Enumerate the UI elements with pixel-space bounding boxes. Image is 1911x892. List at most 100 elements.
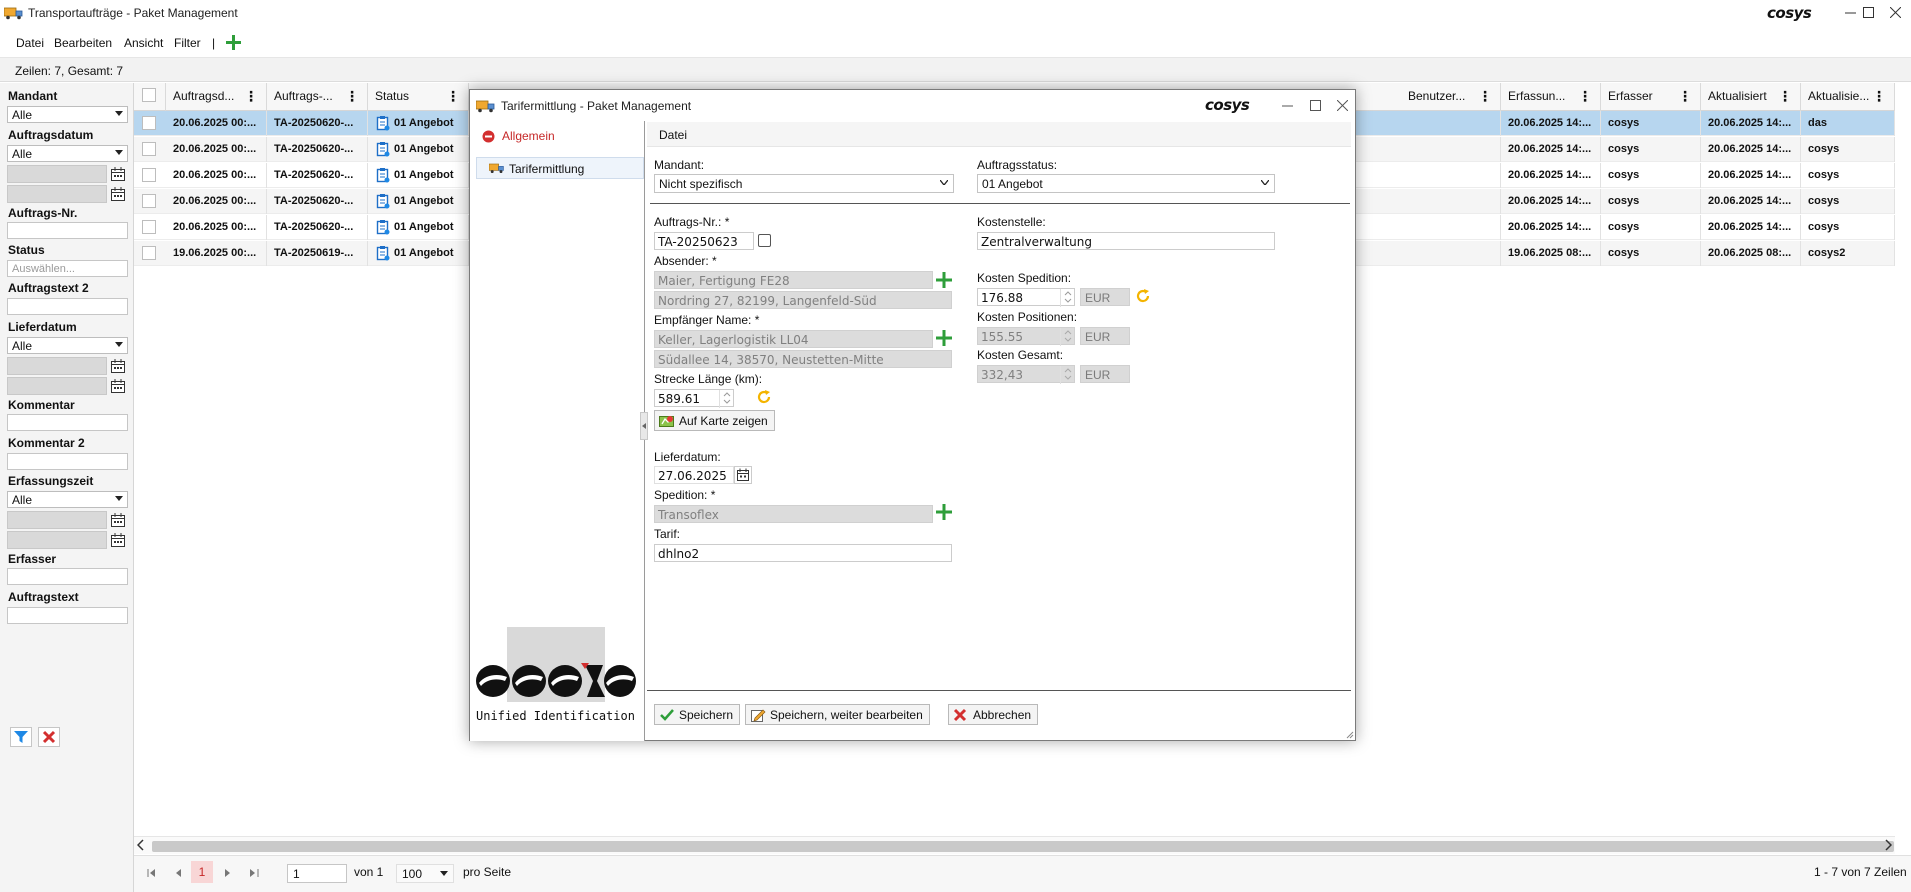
column-menu-icon[interactable]: ⋮ xyxy=(446,89,460,103)
filter-auftragsdatum-select[interactable]: Alle xyxy=(7,145,128,162)
column-header-benutzer[interactable]: Benutzer... ⋮ xyxy=(1401,83,1501,111)
column-menu-icon[interactable]: ⋮ xyxy=(1778,89,1792,103)
filter-erfassungszeit-from[interactable] xyxy=(7,511,107,529)
save-button[interactable]: Speichern xyxy=(654,704,741,725)
filter-status-input[interactable]: Auswählen... xyxy=(7,260,128,277)
empfaenger-address-field[interactable]: Südallee 14, 38570, Neustetten-Mitte xyxy=(654,350,952,368)
calendar-icon[interactable] xyxy=(110,512,126,528)
absender-name-field[interactable]: Maier, Fertigung FE28 xyxy=(654,271,933,289)
column-menu-icon[interactable]: ⋮ xyxy=(1478,89,1492,103)
filter-erfassungszeit-to[interactable] xyxy=(7,531,107,549)
add-spedition-icon[interactable] xyxy=(935,503,953,521)
calendar-icon[interactable] xyxy=(110,186,126,202)
collapse-nav-handle[interactable] xyxy=(640,412,648,440)
kostenstelle-input[interactable]: Zentralverwaltung xyxy=(977,232,1275,250)
absender-address-field[interactable]: Nordring 27, 82199, Langenfeld-Süd xyxy=(654,291,952,309)
resize-grip-icon[interactable] xyxy=(1346,731,1354,739)
close-icon[interactable] xyxy=(1327,94,1357,116)
nav-tarifermittlung[interactable]: Tarifermittlung xyxy=(476,157,644,179)
mandant-select[interactable]: Nicht spezifisch xyxy=(654,174,954,193)
apply-filter-button[interactable] xyxy=(10,727,32,747)
calendar-icon[interactable] xyxy=(110,378,126,394)
header-select-all[interactable] xyxy=(134,83,166,111)
calendar-icon[interactable] xyxy=(110,358,126,374)
add-absender-icon[interactable] xyxy=(935,271,953,289)
menu-filter[interactable]: Filter xyxy=(174,36,201,50)
column-header-erfassung[interactable]: Erfassun... ⋮ xyxy=(1501,83,1601,111)
calendar-icon[interactable] xyxy=(734,466,752,484)
row-checkbox[interactable] xyxy=(142,220,156,234)
refresh-icon[interactable] xyxy=(1135,288,1151,304)
filter-lieferdatum-from[interactable] xyxy=(7,357,107,375)
spinner-icon[interactable] xyxy=(1060,289,1074,307)
row-checkbox[interactable] xyxy=(142,116,156,130)
filter-kommentar-input[interactable] xyxy=(7,414,128,431)
select-all-checkbox[interactable] xyxy=(142,88,156,102)
horizontal-scrollbar[interactable] xyxy=(134,836,1895,854)
spinner-icon[interactable] xyxy=(719,390,733,408)
filter-erfasser-input[interactable] xyxy=(7,568,128,585)
scroll-thumb[interactable] xyxy=(152,841,1894,852)
auftragsnr-input[interactable]: TA-20250623 xyxy=(654,232,754,250)
cancel-button[interactable]: Abbrechen xyxy=(948,704,1039,725)
filter-auftragsnr-input[interactable] xyxy=(7,222,128,239)
row-checkbox[interactable] xyxy=(142,168,156,182)
auf-karte-zeigen-button[interactable]: Auf Karte zeigen xyxy=(654,410,775,431)
refresh-icon[interactable] xyxy=(756,389,772,405)
tab-datei[interactable]: Datei xyxy=(659,128,687,142)
page-input[interactable]: 1 xyxy=(287,864,347,883)
column-header-erfasser[interactable]: Erfasser ⋮ xyxy=(1601,83,1701,111)
calendar-icon[interactable] xyxy=(110,532,126,548)
save-continue-button[interactable]: Speichern, weiter bearbeiten xyxy=(745,704,930,725)
add-empfaenger-icon[interactable] xyxy=(935,329,953,347)
tarif-input[interactable]: dhlno2 xyxy=(654,544,952,562)
column-header-aktualisiert[interactable]: Aktualisiert ⋮ xyxy=(1701,83,1801,111)
filter-auftragstext-input[interactable] xyxy=(7,607,128,624)
column-menu-icon[interactable]: ⋮ xyxy=(345,89,359,103)
close-icon[interactable] xyxy=(1880,1,1910,23)
filter-erfassungszeit-select[interactable]: Alle xyxy=(7,491,128,508)
last-page-icon[interactable] xyxy=(249,868,259,878)
column-header-status[interactable]: Status ⋮ xyxy=(368,83,469,111)
column-header-auftragsdatum[interactable]: Auftragsd... ⋮ xyxy=(166,83,267,111)
empfaenger-name-field[interactable]: Keller, Lagerlogistik LL04 xyxy=(654,330,933,348)
scroll-right-icon[interactable] xyxy=(1884,839,1892,851)
strecke-input[interactable]: 589.61 xyxy=(654,389,734,408)
row-checkbox[interactable] xyxy=(142,246,156,260)
current-page[interactable]: 1 xyxy=(191,861,213,883)
column-header-auftragsnr[interactable]: Auftrags-... ⋮ xyxy=(267,83,368,111)
menu-ansicht[interactable]: Ansicht xyxy=(124,36,163,50)
row-checkbox[interactable] xyxy=(142,142,156,156)
menu-datei[interactable]: Datei xyxy=(16,36,44,50)
filter-lieferdatum-select[interactable]: Alle xyxy=(7,337,128,354)
spedition-field[interactable]: Transoflex xyxy=(654,505,933,523)
page-size-select[interactable]: 100 xyxy=(396,864,454,883)
add-icon[interactable] xyxy=(225,34,242,51)
minimize-icon[interactable] xyxy=(1272,94,1302,116)
clear-filter-button[interactable] xyxy=(38,727,60,747)
maximize-icon[interactable] xyxy=(1300,94,1330,116)
column-menu-icon[interactable]: ⋮ xyxy=(1578,89,1592,103)
column-menu-icon[interactable]: ⋮ xyxy=(244,89,258,103)
filter-mandant-select[interactable]: Alle xyxy=(7,106,128,123)
prev-page-icon[interactable] xyxy=(174,868,182,878)
maximize-icon[interactable] xyxy=(1853,1,1883,23)
filter-auftragsdatum-from[interactable] xyxy=(7,165,107,183)
column-menu-icon[interactable]: ⋮ xyxy=(1872,89,1886,103)
scroll-left-icon[interactable] xyxy=(137,839,145,851)
column-menu-icon[interactable]: ⋮ xyxy=(1678,89,1692,103)
nav-allgemein[interactable]: Allgemein xyxy=(502,129,555,143)
filter-auftragstext2-input[interactable] xyxy=(7,298,128,315)
auftragsnr-checkbox[interactable] xyxy=(758,234,771,247)
row-checkbox[interactable] xyxy=(142,194,156,208)
kosten-spedition-input[interactable]: 176.88 xyxy=(977,288,1075,307)
filter-lieferdatum-to[interactable] xyxy=(7,377,107,395)
calendar-icon[interactable] xyxy=(110,166,126,182)
menu-bearbeiten[interactable]: Bearbeiten xyxy=(54,36,112,50)
next-page-icon[interactable] xyxy=(224,868,232,878)
first-page-icon[interactable] xyxy=(147,868,157,878)
filter-kommentar2-input[interactable] xyxy=(7,453,128,470)
filter-auftragsdatum-to[interactable] xyxy=(7,185,107,203)
column-header-aktualisiert-von[interactable]: Aktualisie... ⋮ xyxy=(1801,83,1895,111)
lieferdatum-input[interactable]: 27.06.2025 xyxy=(654,466,734,484)
